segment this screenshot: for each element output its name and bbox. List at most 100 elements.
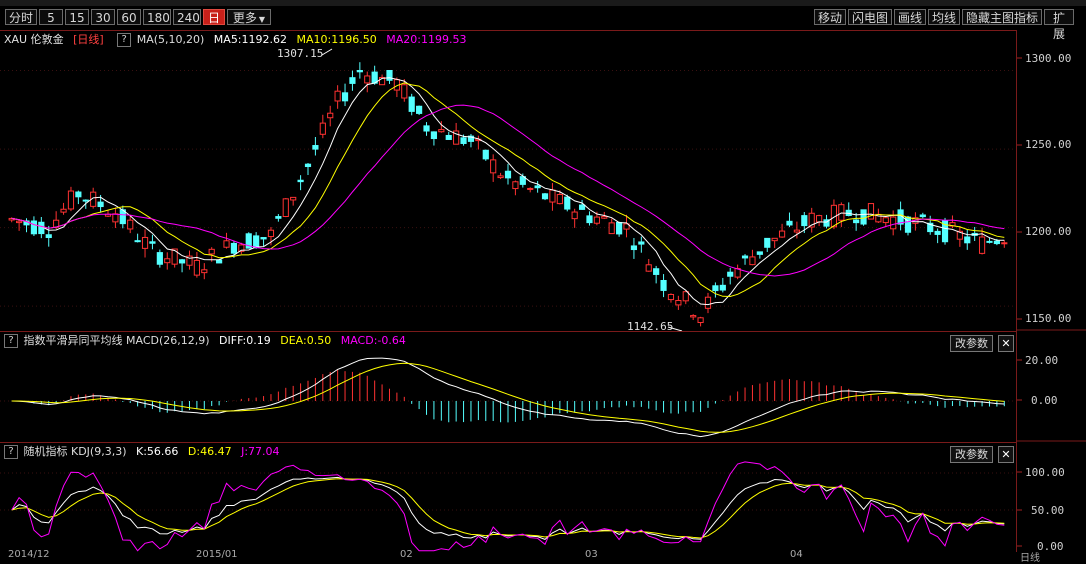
candle-body-90 [675,300,682,306]
ma5-value: MA5:1192.62 [213,33,288,46]
candle-body-82 [616,221,623,235]
candle-body-107 [801,215,808,227]
candle-body-40 [304,163,312,168]
candle-body-61 [460,137,467,144]
period-button-2[interactable]: 15 [65,9,89,25]
date-label-2015-01: 2015/01 [196,549,238,560]
candle-body-26 [201,269,208,274]
candle-body-45 [341,92,349,102]
date-label-02: 02 [400,549,413,560]
candle-body-65 [490,159,497,174]
candle-body-76 [571,211,578,220]
candle-body-38 [290,196,297,201]
period-button-3[interactable]: 30 [91,9,115,25]
high-arrow [321,48,333,56]
kdj-help-button[interactable]: ? [4,445,18,459]
k-line [11,476,1005,540]
candle-body-29 [223,240,230,248]
candle-body-80 [601,216,608,219]
candle-body-85 [638,241,645,245]
ma5-line [11,77,1005,306]
macd-help-button[interactable]: ? [4,334,18,348]
date-axis: 2014/12 2015/01 02 03 04 日线 [0,549,1086,564]
d-line [11,478,1005,539]
period-button-7[interactable]: 日 [203,9,225,25]
candle-body-71 [534,185,541,189]
candle-body-123 [919,214,926,218]
candle-body-77 [578,204,586,210]
candle-body-101 [756,251,763,255]
ma20-value: MA20:1199.53 [386,33,467,46]
candle-body-133 [993,240,1000,245]
candle-body-68 [512,181,519,190]
macd-param-button[interactable]: 改参数 [950,335,993,352]
period-button-8[interactable]: 更多 [227,9,271,25]
candle-body-114 [853,219,860,224]
candle-body-93 [697,317,704,324]
candle-body-86 [645,264,652,272]
tool-button-4[interactable]: 隐藏主图指标 [962,9,1042,25]
kdj-panel: ? 随机指标 KDJ(9,3,3) K:56.66 D:46.47 J:77.0… [0,442,1016,553]
candle-body-102 [764,237,771,248]
candle-body-1 [16,220,23,224]
price-tick-1150: 1150.00 [1025,312,1072,325]
candle-body-56 [423,125,430,132]
candle-body-118 [882,217,889,224]
tool-button-1[interactable]: 闪电图 [848,9,892,25]
candle-body-10 [82,199,89,202]
kdj-close-icon[interactable]: ✕ [998,446,1014,463]
candle-body-94 [704,296,712,309]
candle-body-9 [75,191,82,198]
tool-button-3[interactable]: 均线 [928,9,960,25]
candle-body-57 [430,131,438,140]
candle-body-3 [30,220,38,235]
candle-body-84 [630,245,638,251]
candle-body-27 [208,248,215,255]
candle-body-28 [216,259,223,264]
candle-body-53 [401,84,408,99]
kdj-info-row: ? 随机指标 KDJ(9,3,3) K:56.66 D:46.47 J:77.0… [0,444,286,460]
kdj-indicator-name: 随机指标 KDJ(9,3,3) [23,445,127,458]
candle-body-129 [964,236,971,244]
candle-body-87 [653,268,660,275]
j-value: J:77.04 [241,445,280,458]
candle-body-23 [178,259,186,264]
candle-body-88 [660,279,667,291]
candle-body-46 [349,77,356,84]
price-help-button[interactable]: ? [117,33,132,47]
period-button-0[interactable]: 分时 [5,9,37,25]
price-tick-1250: 1250.00 [1025,138,1072,151]
candle-body-100 [749,256,756,266]
candle-body-132 [986,240,993,243]
period-button-4[interactable]: 60 [117,9,141,25]
candle-body-78 [586,215,593,224]
date-label-03: 03 [585,549,598,560]
candle-body-43 [327,112,334,119]
candle-body-59 [445,134,452,140]
candle-body-134 [1001,242,1008,245]
candle-body-7 [60,208,67,213]
high-price-label: 1307.15 [277,47,324,60]
candle-body-54 [408,96,415,112]
period-button-1[interactable]: 5 [39,9,63,25]
ma20-line [11,104,1005,277]
macd-close-icon[interactable]: ✕ [998,335,1014,352]
kdj-tick-50: 50.00 [1031,504,1065,517]
candle-body-73 [549,189,556,203]
tool-button-5[interactable]: 扩展 [1044,9,1074,41]
tool-button-2[interactable]: 画线 [894,9,926,25]
tool-button-0[interactable]: 移动 [814,9,846,25]
dea-value: DEA:0.50 [280,334,332,347]
price-panel: XAU 伦敦金 [日线] ? MA(5,10,20) MA5:1192.62 M… [0,30,1016,333]
candle-body-34 [260,237,267,240]
period-button-5[interactable]: 180 [143,9,171,25]
candle-body-20 [156,252,163,265]
candle-body-106 [793,229,800,233]
candle-body-79 [593,216,600,224]
candle-body-103 [771,237,778,242]
period-button-6[interactable]: 240 [173,9,201,25]
candle-body-33 [253,235,260,249]
kdj-param-button[interactable]: 改参数 [950,446,993,463]
candle-body-14 [112,213,119,223]
diff-line [11,357,1005,438]
